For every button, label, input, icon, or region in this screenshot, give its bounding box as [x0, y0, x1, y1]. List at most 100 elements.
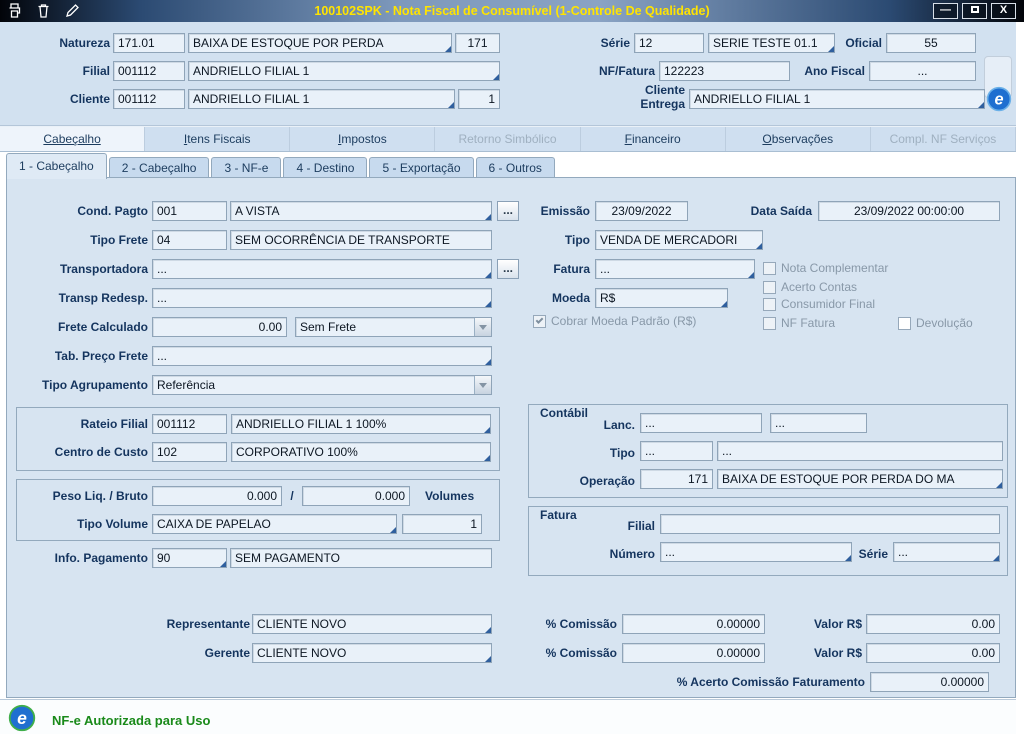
subtab-1-cabecalho[interactable]: 1 - Cabeçalho: [6, 153, 107, 179]
gerente-field[interactable]: CLIENTE NOVO: [252, 643, 492, 663]
moeda-field[interactable]: R$: [595, 288, 728, 308]
subtab-2-cabecalho[interactable]: 2 - Cabeçalho: [108, 157, 210, 178]
centro-custo-desc-field[interactable]: CORPORATIVO 100%: [231, 442, 491, 462]
operacao-desc-field[interactable]: BAIXA DE ESTOQUE POR PERDA DO MA: [717, 469, 1003, 489]
header-panel: Natureza 171.01 BAIXA DE ESTOQUE POR PER…: [0, 22, 1016, 126]
tipo-volume-field[interactable]: CAIXA DE PAPELAO: [152, 514, 397, 534]
transp-redesp-field[interactable]: ...: [152, 288, 492, 308]
tab-preco-frete-field[interactable]: ...: [152, 346, 492, 366]
delete-icon[interactable]: [35, 2, 52, 19]
tab-itens-fiscais[interactable]: Itens Fiscais: [145, 127, 291, 151]
cliente-desc-field[interactable]: ANDRIELLO FILIAL 1: [188, 89, 455, 109]
tab-impostos[interactable]: Impostos: [290, 127, 436, 151]
contabil-tipo-field-1[interactable]: ...: [640, 441, 713, 461]
acerto-contas-checkbox[interactable]: [763, 280, 776, 294]
nf-fatura-checkbox-row: NF Fatura: [763, 315, 835, 331]
cobrar-moeda-checkbox[interactable]: [533, 314, 546, 328]
data-saida-field[interactable]: 23/09/2022 00:00:00: [818, 201, 1000, 221]
contabil-tipo-field-2[interactable]: ...: [717, 441, 1003, 461]
subtab-3-nfe[interactable]: 3 - NF-e: [211, 157, 282, 178]
volume-qty-field[interactable]: 1: [402, 514, 482, 534]
nf-fatura-label: NF/Fatura: [598, 64, 655, 78]
maximize-button[interactable]: [962, 3, 987, 19]
tipo-agrupamento-value: Referência: [157, 378, 216, 392]
natureza-desc-field[interactable]: BAIXA DE ESTOQUE POR PERDA: [188, 33, 452, 53]
frete-tipo-select[interactable]: Sem Frete: [295, 317, 492, 337]
valor-ger-field[interactable]: 0.00: [866, 643, 1000, 663]
oficial-field[interactable]: 55: [886, 33, 976, 53]
fatura-numero-field[interactable]: ...: [660, 542, 852, 562]
operacao-code-field[interactable]: 171: [640, 469, 713, 489]
minimize-button[interactable]: —: [933, 3, 958, 19]
cliente-entrega-label: Cliente Entrega: [640, 83, 685, 111]
peso-liquido-field[interactable]: 0.000: [152, 486, 282, 506]
nfe-status-icon: e: [8, 704, 36, 732]
cond-pagto-code-field[interactable]: 001: [152, 201, 227, 221]
transportadora-field[interactable]: ...: [152, 259, 492, 279]
rateio-filial-label: Rateio Filial: [80, 417, 148, 431]
representante-label: Representante: [166, 617, 250, 631]
tipo-field[interactable]: VENDA DE MERCADORI: [595, 230, 763, 250]
tab-cabecalho[interactable]: Cabeçalho: [0, 127, 146, 151]
tipo-agrupamento-dropdown-button[interactable]: [474, 376, 491, 394]
tab-retorno-simbolico: Retorno Simbólico: [435, 127, 581, 151]
filial-desc-field[interactable]: ANDRIELLO FILIAL 1: [188, 61, 500, 81]
lanc-field-2[interactable]: ...: [770, 413, 867, 433]
emissao-field[interactable]: 23/09/2022: [595, 201, 688, 221]
nf-fatura-label: NF Fatura: [781, 316, 836, 330]
volumes-label: Volumes: [425, 489, 475, 503]
tipo-frete-desc-field[interactable]: SEM OCORRÊNCIA DE TRANSPORTE: [230, 230, 492, 250]
tipo-agrupamento-select[interactable]: Referência: [152, 375, 492, 395]
consumidor-final-checkbox[interactable]: [763, 297, 776, 311]
print-icon[interactable]: [6, 2, 23, 19]
fatura-serie-field[interactable]: ...: [893, 542, 1000, 562]
natureza-num-field[interactable]: 171: [455, 33, 500, 53]
nfe-logo-icon[interactable]: e: [986, 86, 1012, 112]
acerto-comissao-field[interactable]: 0.00000: [870, 672, 989, 692]
devolucao-checkbox[interactable]: [898, 316, 911, 330]
serie-desc-field[interactable]: SERIE TESTE 01.1: [708, 33, 835, 53]
nf-fatura-field[interactable]: 122223: [659, 61, 790, 81]
valor-rep-field[interactable]: 0.00: [866, 614, 1000, 634]
check-icon: [535, 315, 544, 324]
frete-tipo-dropdown-button[interactable]: [474, 318, 491, 336]
transp-redesp-label: Transp Redesp.: [58, 291, 148, 305]
edit-icon[interactable]: [64, 2, 81, 19]
subtab-6-outros[interactable]: 6 - Outros: [475, 157, 555, 178]
centro-custo-code-field[interactable]: 102: [152, 442, 227, 462]
cliente-label: Cliente: [69, 92, 110, 106]
fatura-field[interactable]: ...: [595, 259, 755, 279]
comissao-rep-field[interactable]: 0.00000: [622, 614, 765, 634]
fatura-filial-field[interactable]: [660, 514, 1000, 534]
nf-fatura-checkbox[interactable]: [763, 316, 776, 330]
chevron-down-icon: [479, 324, 487, 330]
close-button[interactable]: X: [991, 3, 1016, 19]
rateio-filial-desc-field[interactable]: ANDRIELLO FILIAL 1 100%: [231, 414, 491, 434]
ano-fiscal-field[interactable]: ...: [869, 61, 976, 81]
operacao-label: Operação: [579, 474, 635, 488]
frete-tipo-value: Sem Frete: [300, 320, 357, 334]
tipo-frete-code-field[interactable]: 04: [152, 230, 227, 250]
serie-label: Série: [600, 36, 630, 50]
representante-field[interactable]: CLIENTE NOVO: [252, 614, 492, 634]
lanc-field-1[interactable]: ...: [640, 413, 762, 433]
info-pagamento-desc-field[interactable]: SEM PAGAMENTO: [230, 548, 492, 568]
rateio-filial-code-field[interactable]: 001112: [152, 414, 227, 434]
consumidor-final-label: Consumidor Final: [781, 297, 876, 311]
tab-financeiro[interactable]: Financeiro: [581, 127, 726, 151]
cliente-entrega-field[interactable]: ANDRIELLO FILIAL 1: [689, 89, 985, 109]
cond-pagto-desc-field[interactable]: A VISTA: [230, 201, 492, 221]
filial-code-field[interactable]: 001112: [113, 61, 185, 81]
peso-bruto-field[interactable]: 0.000: [302, 486, 410, 506]
subtab-4-destino[interactable]: 4 - Destino: [283, 157, 368, 178]
info-pagamento-code-field[interactable]: 90: [152, 548, 227, 568]
subtab-5-exportacao[interactable]: 5 - Exportação: [369, 157, 474, 178]
comissao-ger-field[interactable]: 0.00000: [622, 643, 765, 663]
tab-observacoes[interactable]: Observações: [726, 127, 871, 151]
frete-calculado-field[interactable]: 0.00: [152, 317, 287, 337]
cliente-code-field[interactable]: 001112: [113, 89, 185, 109]
serie-code-field[interactable]: 12: [634, 33, 704, 53]
nota-complementar-checkbox[interactable]: [763, 261, 776, 275]
natureza-code-field[interactable]: 171.01: [113, 33, 185, 53]
cliente-loja-field[interactable]: 1: [458, 89, 500, 109]
